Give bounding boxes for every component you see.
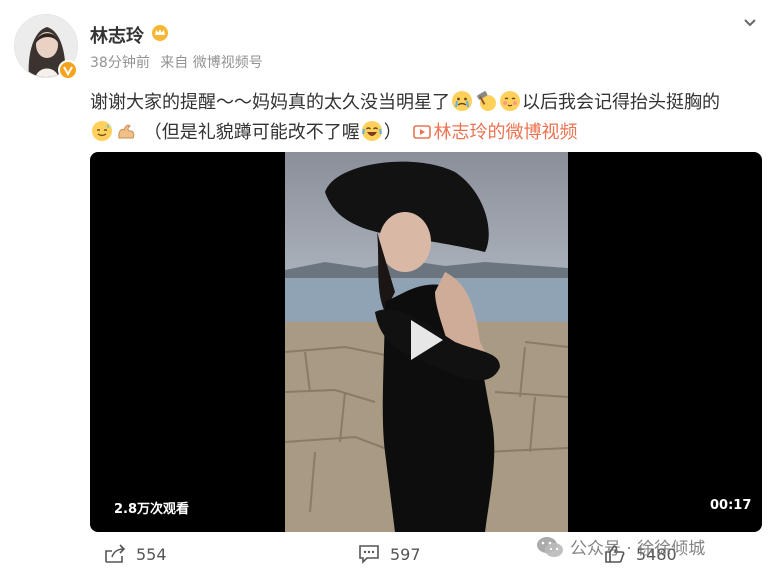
comment-count: 597	[390, 544, 421, 564]
video-duration: 00:17	[710, 498, 752, 513]
share-icon	[105, 544, 126, 563]
post-source[interactable]: 来自 微博视频号	[160, 55, 262, 71]
comment-icon	[359, 545, 379, 564]
watermark: 公众号 · 徐徐倾城	[536, 534, 705, 559]
post-text-part: ）	[383, 122, 402, 143]
chevron-down-icon[interactable]	[740, 12, 760, 32]
comment-button[interactable]: 597	[358, 544, 421, 564]
view-count: 2.8万次观看	[114, 502, 190, 517]
hammer-emoji-icon	[475, 90, 497, 112]
post-text: 谢谢大家的提醒～～妈妈真的太久没当明星了 以后我会记得抬头挺胸的 （但是礼貌蹲可能…	[90, 88, 750, 148]
crown-icon	[151, 24, 169, 42]
share-count: 554	[136, 544, 167, 564]
watermark-text: 公众号 · 徐徐倾城	[570, 539, 706, 559]
flexed-biceps-emoji-icon	[115, 120, 137, 142]
play-icon[interactable]	[395, 312, 451, 368]
post-text-part: 以后我会记得抬头挺胸的	[522, 92, 720, 113]
share-button[interactable]: 554	[104, 544, 167, 564]
post-time[interactable]: 38分钟前	[90, 55, 150, 71]
post-text-part: 谢谢大家的提醒～～妈妈真的太久没当明星了	[90, 92, 450, 113]
wechat-icon	[537, 536, 563, 557]
video-link-icon[interactable]	[413, 120, 432, 139]
post-meta: 38分钟前 来自 微博视频号	[90, 52, 269, 72]
post-text-part: （但是礼貌蹲可能改不了喔	[143, 122, 360, 143]
username[interactable]: 林志玲	[90, 22, 144, 48]
shy-emoji-icon	[499, 90, 521, 112]
laughing-emoji-icon	[361, 120, 383, 142]
crying-emoji-icon	[451, 90, 473, 112]
verified-badge-icon	[58, 60, 78, 80]
video-link[interactable]: 林志玲的微博视频	[433, 122, 577, 143]
video-player[interactable]: 2.8万次观看 00:17	[90, 152, 762, 532]
sweat-emoji-icon	[91, 120, 113, 142]
